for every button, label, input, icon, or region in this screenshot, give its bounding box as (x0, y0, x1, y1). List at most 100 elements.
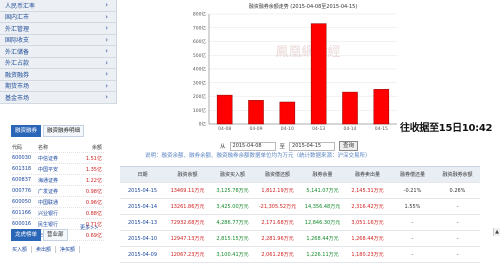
tab-margin-trading[interactable]: 融资融券 (11, 125, 42, 137)
y-tick-label: 100亿 (193, 107, 207, 114)
table-cell: 2,145.31万元 (351, 188, 384, 194)
rank-balance: 0.96亿 (85, 199, 102, 206)
chart-svg: 融资融券余额走势 (2015-04-08至2015-04-15) 0亿 100亿 20… (193, 3, 397, 132)
chevron-right-icon: › (105, 1, 108, 10)
rank-code[interactable]: 601318 (12, 166, 38, 172)
sidebar-item[interactable]: 基金市场 › (0, 92, 117, 104)
table-cell: 2015-04-15 (127, 187, 158, 194)
sidebar-item[interactable]: 外汇管理 › (0, 23, 117, 35)
subtab-sell[interactable]: 卖出额 (36, 246, 57, 253)
table-cell: 72932.68万元 (170, 220, 205, 226)
info-line: 说明：融资余额、融券余额、融资融券余额数据单位均为万元（统计数据来源：沪深交易所… (145, 153, 371, 159)
chevron-right-icon: › (105, 24, 108, 33)
table-header-cell: 融资偿还额 (264, 172, 290, 178)
sidebar-item[interactable]: 国际收支 › (0, 34, 117, 46)
subtab-buy[interactable]: 买入额 (12, 246, 33, 253)
table-cell: - (411, 219, 414, 226)
date-from-input[interactable]: 2015-04-08 (229, 141, 276, 151)
table-row: 2015-04-14 13261.86万元 3,425.00万元 -21,305.52… (120, 199, 480, 215)
table-cell: - (456, 219, 459, 226)
table-cell: 13469.11万元 (170, 188, 205, 194)
table-cell: 5,141.07万元 (306, 188, 339, 194)
sidebar-item[interactable]: 国内汇市 › (0, 11, 117, 23)
sidebar-item[interactable]: 融资融券 › (0, 69, 117, 81)
table-cell: 1,812.19万元 (261, 188, 294, 194)
margin-balance-chart: 融资融券余额走势 (2015-04-08至2015-04-15) 0亿 100亿 20… (117, 0, 439, 148)
rank-name[interactable]: 海通证券 (38, 177, 72, 184)
x-tick-label: 04-08 (218, 126, 231, 132)
x-tick-label: 04-15 (375, 126, 388, 132)
table-cell: 2,171.68万元 (261, 220, 294, 226)
tab-dragon-tiger[interactable]: 龙虎榜单 (11, 229, 42, 241)
table-cell: 2,316.42万元 (351, 204, 384, 210)
x-tick-label: 04-13 (312, 126, 325, 132)
rank-code[interactable]: 000776 (12, 188, 38, 194)
query-button[interactable]: 查询 (339, 141, 359, 151)
sidebar-item[interactable]: 期货市场 › (0, 80, 117, 92)
y-tick-label: 500亿 (193, 52, 207, 59)
rank-list-header: 代码 名称 余额 (12, 142, 104, 153)
rank-code[interactable]: 600030 (12, 155, 38, 161)
list-item[interactable]: 601166 兴业银行 0.88亿 (12, 208, 104, 219)
chevron-right-icon: › (105, 58, 108, 67)
y-tick-label: 600亿 (193, 38, 207, 45)
rank-code[interactable]: 601166 (12, 210, 38, 216)
tab-margin-detail[interactable]: 融资融券明细 (43, 125, 85, 137)
y-tick-label: 700亿 (193, 24, 207, 31)
table-cell: 14,356.48万元 (304, 204, 341, 210)
rank-name[interactable]: 中国联通 (38, 199, 72, 206)
table-cell: 1.55% (404, 203, 421, 210)
rank-name[interactable]: 民生银行 (38, 221, 72, 228)
scroll-up-button[interactable]: ▲ (493, 228, 500, 236)
rank-code[interactable]: 600050 (12, 199, 38, 205)
table-cell: 3,125.78万元 (216, 188, 249, 194)
x-tick-label: 04-14 (343, 126, 356, 132)
table-header-cell: 融券偿还量 (399, 172, 425, 178)
subtab-net[interactable]: 净买额 (60, 246, 81, 253)
table-cell: 2,815.15万元 (216, 236, 249, 242)
table-row: 2015-04-09 12067.23万元 3,100.41万元 2,061.28万元… (120, 247, 480, 263)
sidebar-item-label: 基金市场 (5, 94, 30, 102)
rank-name[interactable]: 广发证券 (38, 188, 72, 195)
chevron-right-icon: › (105, 12, 108, 21)
list-item[interactable]: 000776 广发证券 0.98亿 (12, 186, 104, 197)
y-tick-label: 0亿 (199, 121, 207, 128)
table-header-cell: 融资买入额 (219, 172, 245, 178)
list-item[interactable]: 600050 中国联通 0.96亿 (12, 197, 104, 208)
rank-code[interactable]: 600016 (12, 221, 38, 227)
date-to-input[interactable]: 2015-04-15 (289, 141, 336, 151)
sidebar-item-label: 融资融券 (5, 71, 30, 79)
table-cell: 1,268.44万元 (306, 236, 339, 242)
table-cell: 1,268.44万元 (351, 236, 384, 242)
x-tick-label: 04-09 (249, 126, 262, 132)
list-item[interactable]: 600030 中信证券 1.51亿 (12, 153, 104, 164)
overlay-text: 往收据至15日10:42 (400, 123, 493, 134)
tab-brokerage[interactable]: 营业部 (43, 229, 68, 241)
rank-name[interactable]: 兴业银行 (38, 210, 72, 217)
list-item[interactable]: 601318 中国平安 1.35亿 (12, 164, 104, 175)
date-to-label: 至 (279, 144, 286, 150)
more-link[interactable]: 更多>> (80, 224, 98, 231)
list-item[interactable]: 600837 海通证券 1.22亿 (12, 175, 104, 186)
rank-balance: 1.51亿 (85, 155, 102, 162)
table-header-cell: 日期 (137, 172, 148, 178)
rank-code[interactable]: 600837 (12, 177, 38, 183)
table-row: 2015-04-10 12947.13万元 2,815.15万元 2,281.96万元… (120, 231, 480, 247)
table-cell: - (456, 203, 459, 210)
sidebar-item[interactable]: 人民币汇率 › (0, 0, 117, 12)
sidebar-item[interactable]: 外汇储备 › (0, 46, 117, 58)
sidebar-item-label: 外汇管理 (5, 25, 30, 33)
table-cell: 12947.13万元 (170, 236, 205, 242)
rank-name[interactable]: 中国平安 (38, 166, 72, 173)
chevron-right-icon: › (105, 47, 108, 56)
table-row: 2015-04-15 13469.11万元 3,125.78万元 1,812.19万元… (120, 183, 480, 199)
rank-name[interactable]: 中信证券 (38, 155, 72, 162)
bar (279, 101, 296, 125)
sidebar-item[interactable]: 外汇占款 › (0, 57, 117, 69)
bar (373, 89, 390, 125)
sidebar-item-label: 人民币汇率 (5, 2, 36, 10)
rank-header-name: 名称 (38, 144, 49, 151)
table-header-cell: 融券余量 (312, 172, 333, 178)
rank-header-balance: 余额 (91, 144, 102, 151)
table-cell: 2015-04-14 (127, 203, 158, 210)
